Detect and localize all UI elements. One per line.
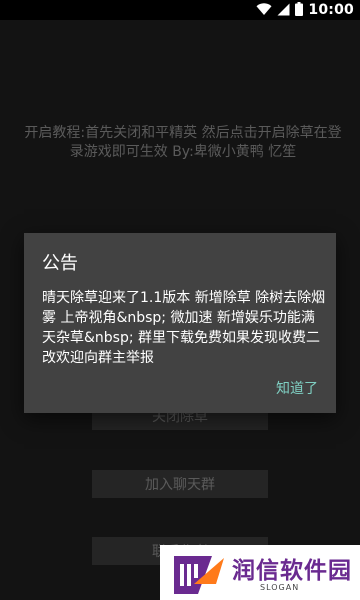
dialog-message: 晴天除草迎来了1.1版本 新增除草 除树去除烟雾 上帝视角&nbsp; 微加速 … [42,290,326,366]
screen: 10:00 开启教程:首先关闭和平精英 然后点击开启除草在登录游戏即可生效 By… [0,0,360,600]
watermark-slogan: SLOGAN [260,583,300,592]
announcement-dialog: 公告 晴天除草迎来了1.1版本 新增除草 除树去除烟雾 上帝视角&nbsp; 微… [24,233,336,413]
signal-icon [277,1,290,20]
wifi-icon [256,1,272,20]
battery-icon [295,1,304,20]
status-bar: 10:00 [0,0,360,20]
watermark: 润信软件园 SLOGAN [160,545,360,600]
dialog-title: 公告 [42,253,78,274]
watermark-text: 润信软件园 [232,558,352,584]
dialog-ok-button[interactable]: 知道了 [268,374,326,402]
status-icons: 10:00 [256,0,354,20]
status-time: 10:00 [308,2,354,18]
watermark-logo [174,556,224,594]
